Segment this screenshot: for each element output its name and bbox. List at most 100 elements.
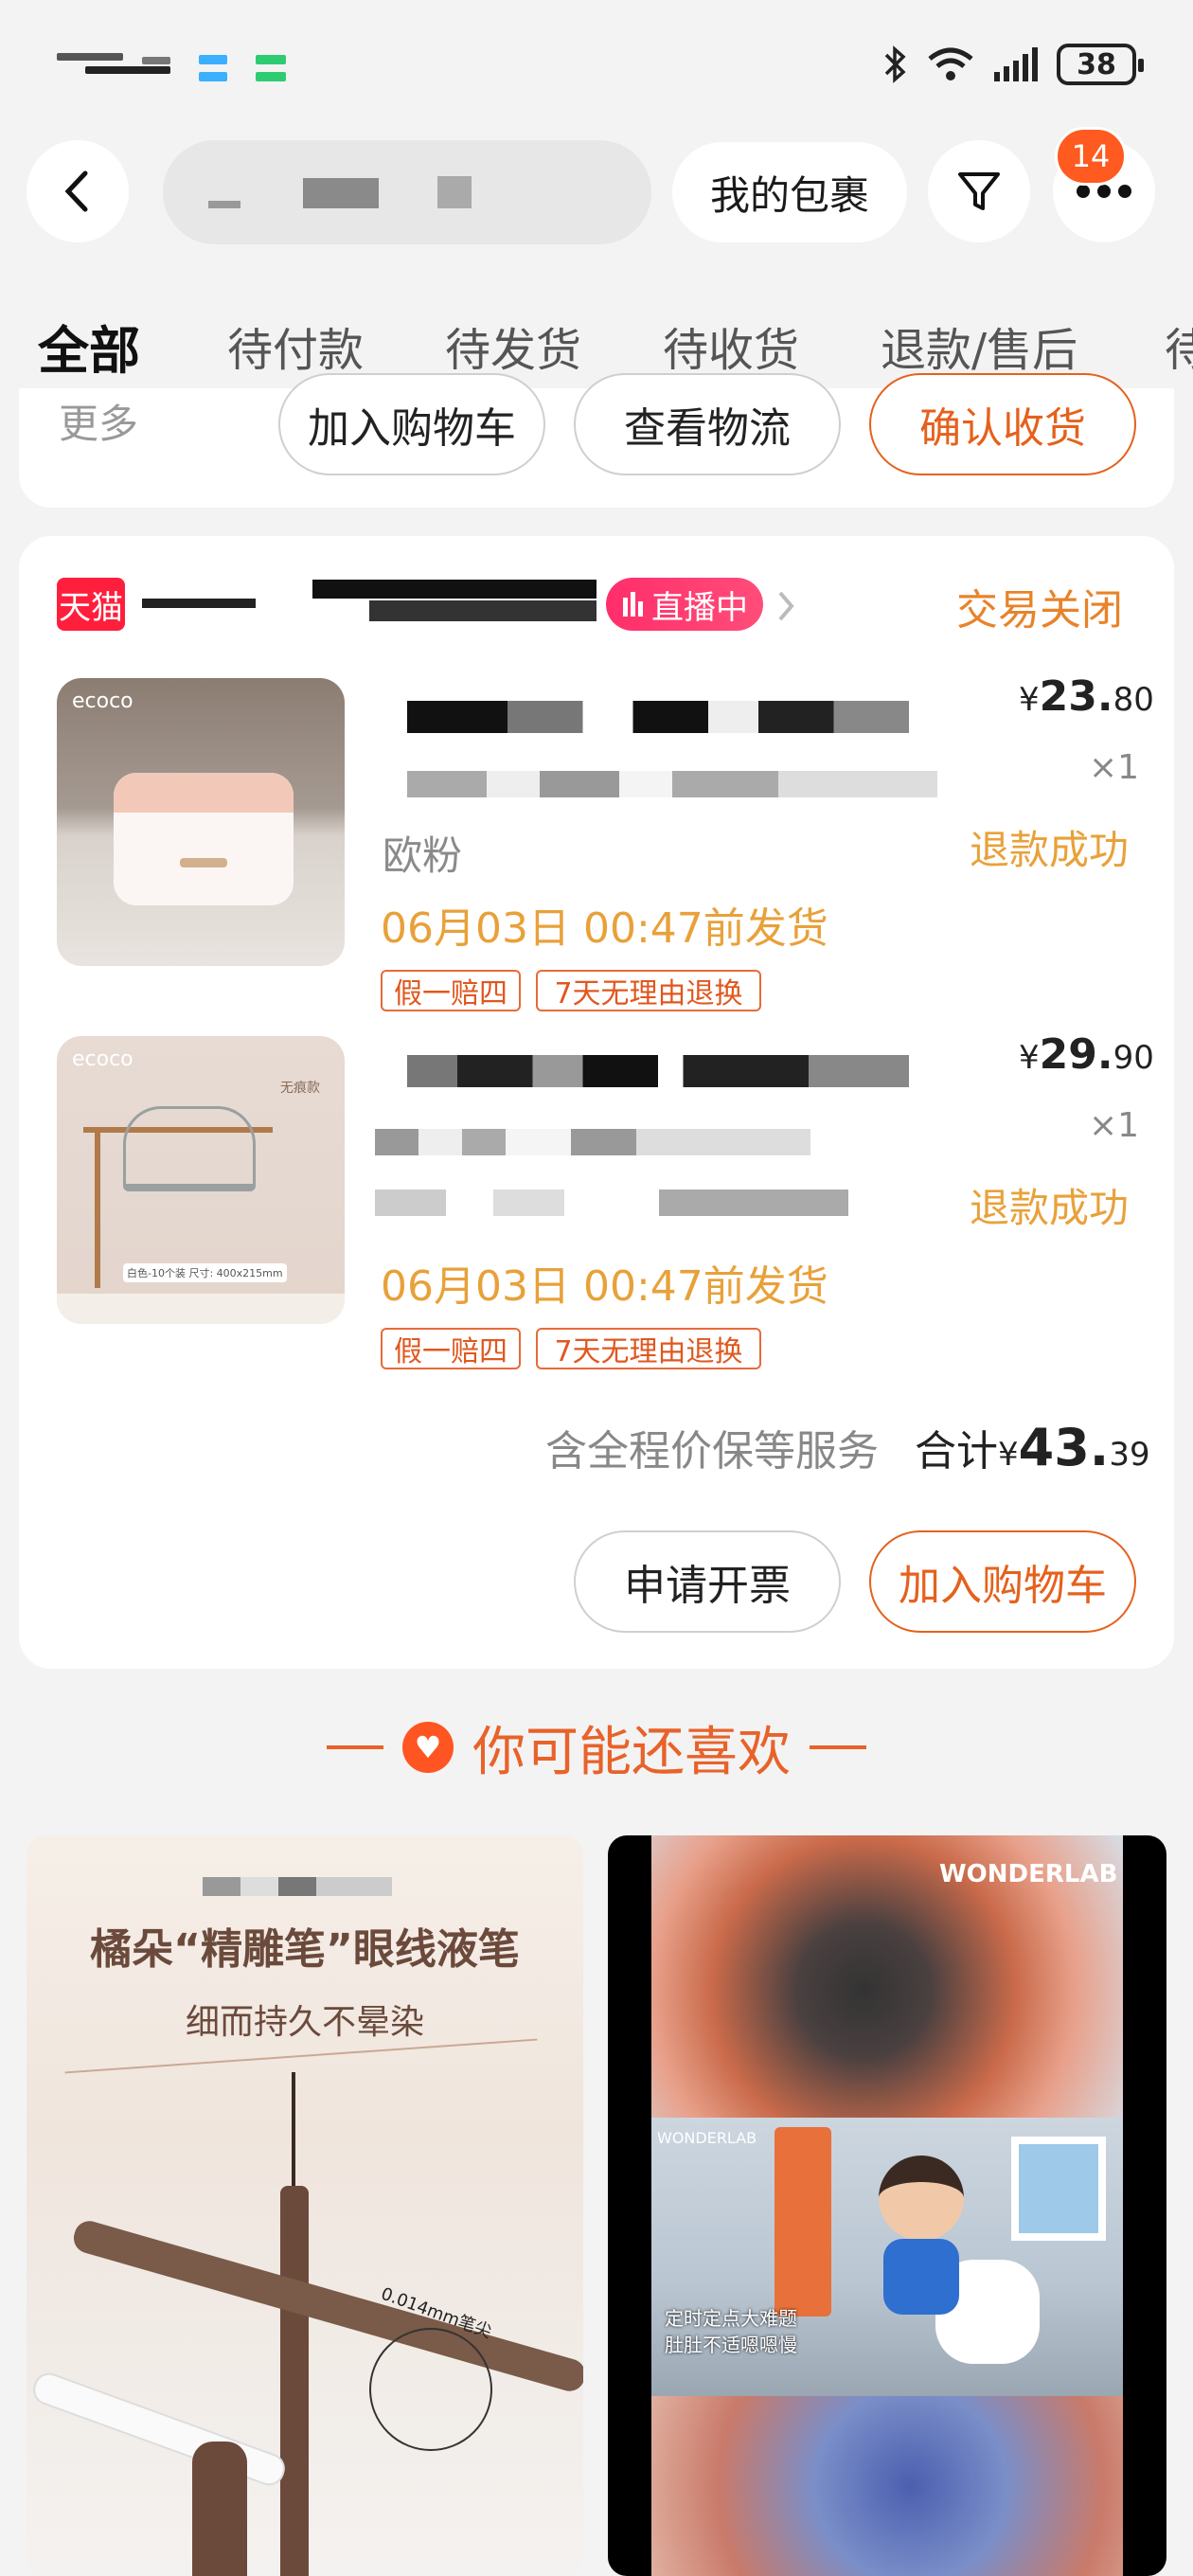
product-size-label: 白色-10个装 尺寸: 400x215mm	[123, 1263, 287, 1282]
notification-icon	[256, 55, 286, 64]
product-feature-strip	[57, 1294, 345, 1324]
product-headline: 橘朵“精雕笔”眼线液笔	[90, 1925, 520, 1974]
tab-review[interactable]: 待	[1165, 313, 1193, 379]
pen-tip	[292, 2072, 295, 2195]
store-name-redacted[interactable]	[369, 600, 596, 621]
status-bar: 38	[0, 0, 1193, 133]
live-label: 直播中	[651, 588, 748, 627]
search-redacted	[208, 201, 240, 208]
order-status: 交易关闭	[956, 586, 1123, 635]
heart-icon: ♥	[402, 1722, 454, 1773]
brand-redacted	[203, 1877, 392, 1896]
notification-icon	[199, 72, 227, 81]
service-note: 含全程价保等服务	[545, 1427, 879, 1476]
bluetooth-icon	[884, 45, 906, 83]
time-redacted	[57, 53, 123, 61]
add-to-cart-button[interactable]: 加入购物车	[869, 1530, 1136, 1633]
product-thumb-tag: 无痕款	[280, 1081, 320, 1096]
video-frame-blurred	[651, 2396, 1123, 2576]
brand-logo: WONDERLAB	[939, 1860, 1118, 1888]
decor-line-right	[810, 1745, 866, 1749]
product-brand: ecoco	[72, 689, 134, 713]
return-policy-tag: 7天无理由退换	[536, 970, 761, 1011]
product-title-redacted[interactable]	[407, 701, 909, 733]
product-image[interactable]: ecoco 无痕款 白色-10个装 尺寸: 400x215mm	[57, 1036, 345, 1324]
more-badge: 14	[1055, 127, 1127, 186]
product-spec: 欧粉	[383, 832, 463, 879]
product-title-redacted[interactable]	[407, 771, 937, 797]
character-head	[879, 2156, 964, 2241]
recommend-title: 你可能还喜欢	[472, 1721, 791, 1783]
signal-icon	[994, 47, 1038, 81]
tmall-badge: 天猫	[57, 578, 125, 631]
product-title-redacted[interactable]	[375, 1129, 810, 1155]
item-price: ¥23.80	[1019, 672, 1154, 721]
time-redacted	[85, 66, 170, 74]
store-name-redacted[interactable]	[142, 599, 256, 608]
request-invoice-button[interactable]: 申请开票	[574, 1530, 841, 1633]
time-redacted	[142, 57, 170, 64]
back-button[interactable]	[27, 140, 129, 242]
return-policy-tag: 7天无理由退换	[536, 1328, 761, 1369]
view-logistics-button[interactable]: 查看物流	[574, 373, 841, 475]
notification-icon	[256, 72, 286, 81]
tab-refund[interactable]: 退款/售后	[881, 313, 1077, 379]
hangers-image	[123, 1106, 256, 1191]
search-redacted	[303, 178, 379, 208]
order-total: 合计¥43.39	[915, 1418, 1150, 1477]
decor-swoosh	[64, 2038, 538, 2074]
confirm-receipt-button[interactable]: 确认收货	[869, 373, 1136, 475]
store-name-redacted[interactable]	[312, 580, 596, 599]
wifi-icon	[928, 47, 973, 80]
tab-all[interactable]: 全部	[38, 309, 140, 384]
pen-body-2	[70, 2217, 583, 2395]
more-actions-link[interactable]: 更多	[59, 392, 138, 450]
tab-pending-receipt[interactable]: 待收货	[663, 313, 799, 379]
item-price: ¥29.90	[1019, 1030, 1154, 1079]
filter-icon	[958, 172, 1000, 210]
my-parcels-button[interactable]: 我的包裹	[672, 142, 907, 242]
ship-deadline: 06月03日 00:47前发货	[381, 1262, 828, 1311]
pen-body	[280, 2186, 309, 2576]
recommend-card-video[interactable]: WONDERLAB WONDERLAB 定时定点大难题 肚肚不适嗯嗯慢	[608, 1835, 1166, 2576]
battery-indicator: 38	[1057, 44, 1144, 85]
chevron-left-icon	[64, 170, 88, 212]
tissue-box-image	[114, 773, 294, 905]
towel-image	[775, 2127, 831, 2317]
video-caption-1: 定时定点大难题	[665, 2307, 797, 2330]
product-title-redacted[interactable]	[375, 1190, 848, 1216]
chevron-right-icon	[778, 591, 794, 621]
video-frame-cartoon: WONDERLAB 定时定点大难题 肚肚不适嗯嗯慢	[651, 2118, 1123, 2396]
tissue-box-lid	[114, 773, 294, 813]
item-quantity: ×1	[1089, 1106, 1140, 1145]
video-caption-2: 肚肚不适嗯嗯慢	[665, 2334, 797, 2356]
character-body	[883, 2239, 959, 2315]
refund-status[interactable]: 退款成功	[970, 818, 1129, 876]
recommend-card-eyeliner[interactable]: 橘朵“精雕笔”眼线液笔 细而持久不晕染 0.014mm笔尖	[27, 1835, 583, 2576]
item-quantity: ×1	[1089, 748, 1140, 787]
product-title-redacted[interactable]	[407, 1055, 909, 1087]
filter-button[interactable]	[928, 140, 1030, 242]
hanger-stand	[95, 1127, 100, 1288]
pen-body-3	[28, 2369, 290, 2490]
tab-pending-shipment[interactable]: 待发货	[445, 313, 581, 379]
guarantee-tag: 假一赔四	[381, 970, 521, 1011]
live-bars-icon	[623, 592, 643, 617]
previous-order-card: 更多 加入购物车 查看物流 确认收货	[19, 373, 1174, 508]
zoom-circle	[369, 2328, 492, 2451]
tissue-box-slot	[180, 858, 227, 868]
window-image	[1011, 2137, 1106, 2241]
ship-deadline: 06月03日 00:47前发货	[381, 904, 828, 953]
notification-icon	[199, 55, 227, 64]
refund-status[interactable]: 退款成功	[970, 1176, 1129, 1234]
decor-line-left	[327, 1745, 383, 1749]
tab-pending-payment[interactable]: 待付款	[227, 313, 364, 379]
status-icons: 38	[881, 44, 1144, 85]
product-subline: 细而持久不晕染	[185, 2003, 424, 2042]
search-redacted	[437, 176, 472, 208]
pen-cap	[192, 2442, 247, 2576]
add-to-cart-button[interactable]: 加入购物车	[278, 373, 545, 475]
product-image[interactable]: ecoco	[57, 678, 345, 966]
search-input[interactable]	[163, 140, 651, 244]
live-badge[interactable]: 直播中	[606, 578, 763, 631]
